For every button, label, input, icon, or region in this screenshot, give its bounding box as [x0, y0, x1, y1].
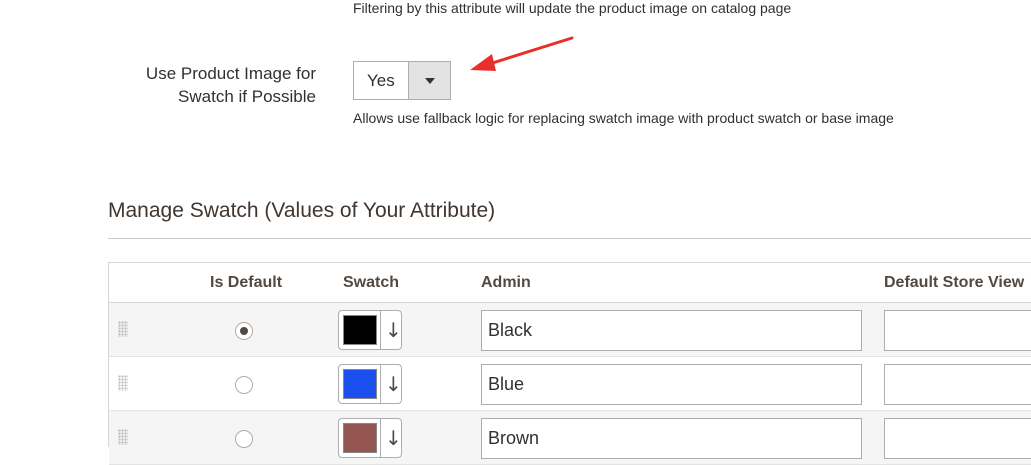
admin-value-input[interactable]: [481, 310, 862, 351]
store-view-input[interactable]: [884, 418, 1031, 459]
swatch-dropdown-button[interactable]: ↓: [380, 311, 402, 349]
drag-handle-icon[interactable]: [118, 321, 128, 337]
is-default-radio[interactable]: [235, 376, 253, 394]
section-title: Manage Swatch (Values of Your Attribute): [108, 199, 496, 222]
swatch-dropdown-button[interactable]: ↓: [380, 419, 402, 457]
header-admin: Admin: [481, 274, 531, 291]
store-view-input[interactable]: [884, 310, 1031, 351]
admin-value-input[interactable]: [481, 364, 862, 405]
is-default-radio[interactable]: [235, 430, 253, 448]
use-product-image-value: Yes: [367, 71, 395, 90]
swatch-picker[interactable]: ↓: [338, 364, 402, 404]
table-row: ↓: [109, 303, 1031, 357]
table-header: Is Default Swatch Admin Default Store Vi…: [109, 263, 1031, 303]
down-arrow-icon: ↓: [385, 426, 402, 450]
header-swatch: Swatch: [343, 274, 400, 291]
table-row: ↓: [109, 357, 1031, 411]
header-is-default: Is Default: [210, 274, 283, 291]
admin-value-input[interactable]: [481, 418, 862, 459]
down-arrow-icon: ↓: [385, 318, 402, 342]
caret-down-icon: [425, 78, 435, 84]
swatch-dropdown-button[interactable]: ↓: [380, 365, 402, 403]
is-default-radio[interactable]: [235, 322, 253, 340]
swatch-color-chip[interactable]: [343, 369, 377, 399]
down-arrow-icon: ↓: [385, 372, 402, 396]
use-product-image-label: Use Product Image for Swatch if Possible: [145, 64, 316, 106]
swatch-color-chip[interactable]: [343, 423, 377, 453]
filter-note: Filtering by this attribute will update …: [353, 0, 792, 16]
swatch-color-chip[interactable]: [343, 315, 377, 345]
select-toggle-button[interactable]: [408, 62, 450, 99]
use-product-image-note: Allows use fallback logic for replacing …: [353, 110, 894, 126]
swatch-picker[interactable]: ↓: [338, 310, 402, 350]
swatch-picker[interactable]: ↓: [338, 418, 402, 458]
store-view-input[interactable]: [884, 364, 1031, 405]
swatch-table: Is Default Swatch Admin Default Store Vi…: [108, 262, 1031, 465]
header-default-store-view: Default Store View: [884, 274, 1025, 291]
use-product-image-select[interactable]: Yes: [353, 61, 451, 100]
drag-handle-icon[interactable]: [118, 375, 128, 391]
drag-handle-icon[interactable]: [118, 429, 128, 445]
section-divider: [108, 238, 1031, 239]
table-row: ↓: [109, 411, 1031, 465]
red-arrow-annotation: [470, 36, 574, 71]
